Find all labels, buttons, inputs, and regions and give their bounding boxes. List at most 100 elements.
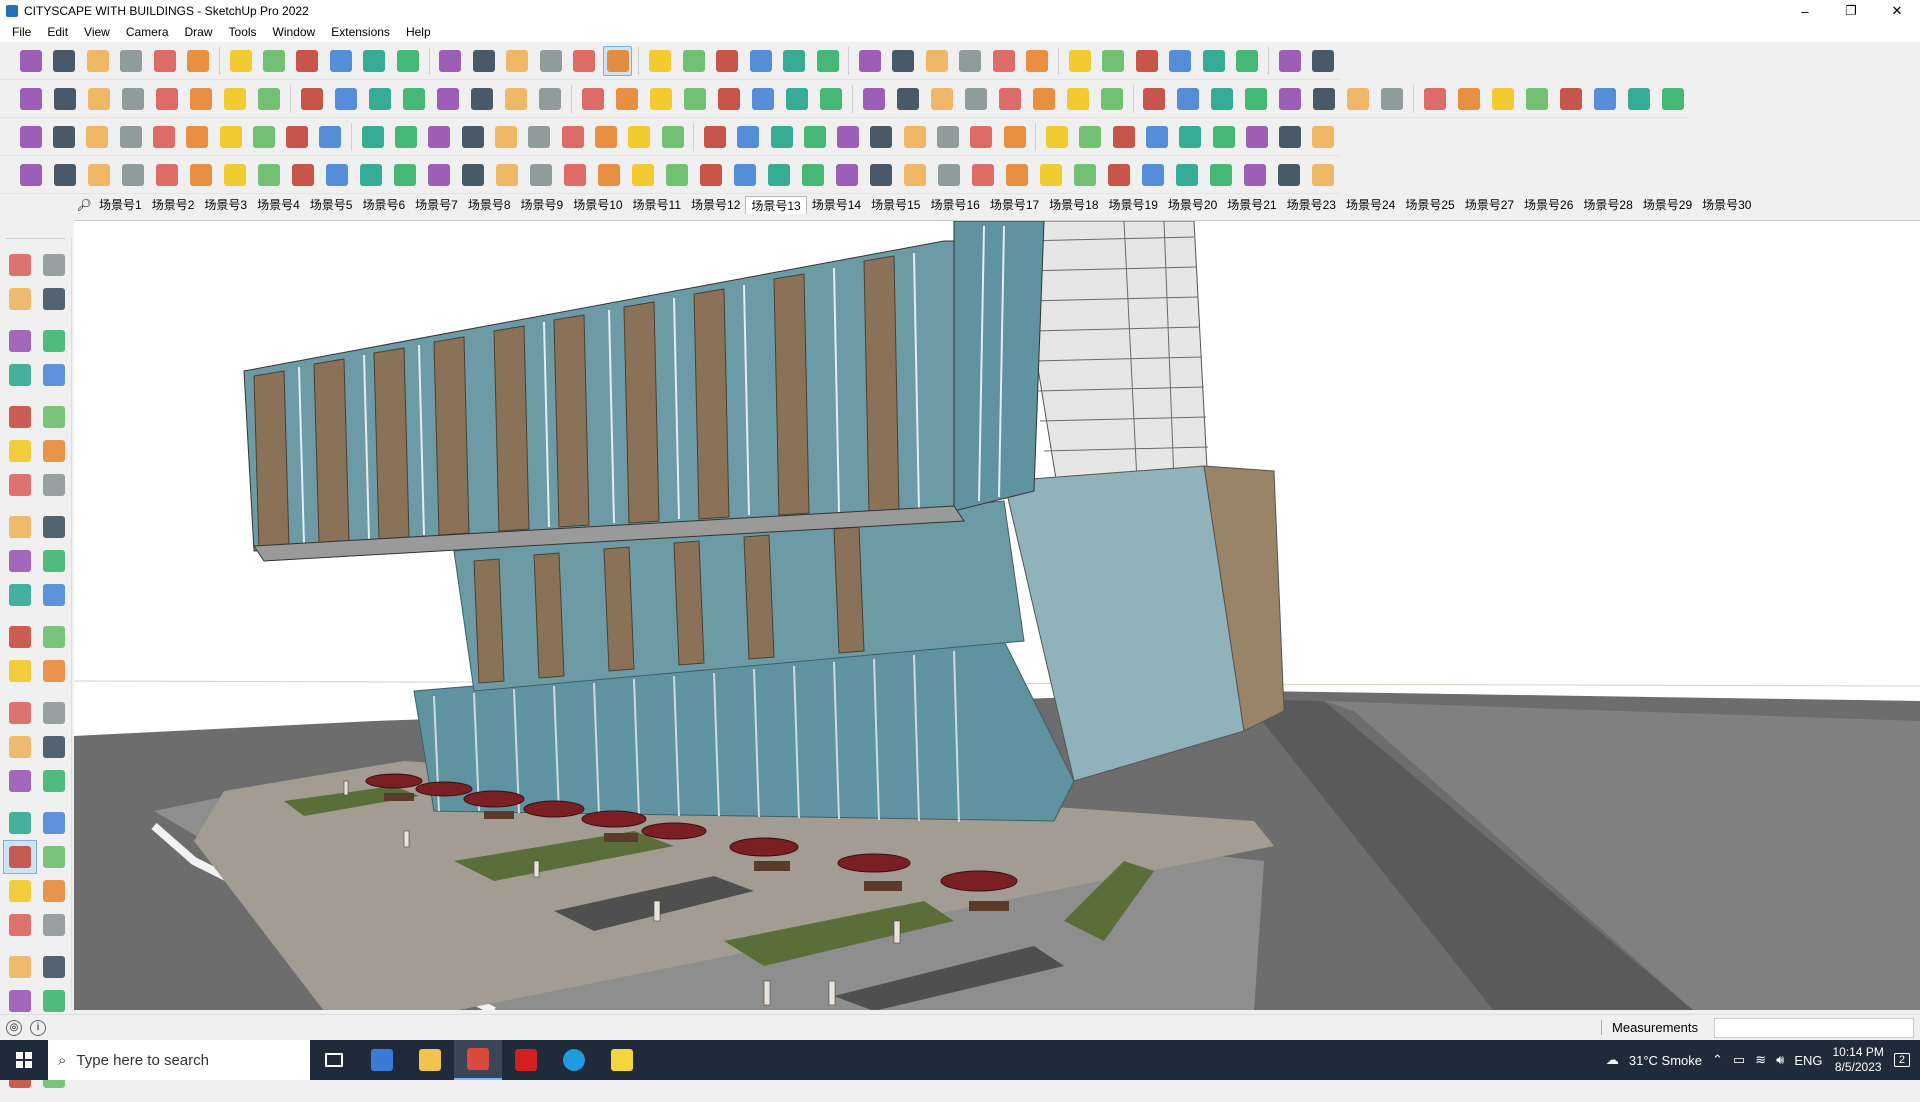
- file-explorer-app[interactable]: [406, 1040, 454, 1080]
- row3-tool-button-13[interactable]: [425, 122, 454, 152]
- weather-text[interactable]: 31°C Smoke: [1629, 1053, 1702, 1068]
- row1-tool-button-27[interactable]: [922, 46, 951, 76]
- row2-tool-button-28[interactable]: [961, 84, 991, 114]
- scene-tab[interactable]: 场景号14: [807, 196, 866, 214]
- row2-tool-button-45[interactable]: [1556, 84, 1586, 114]
- row1-tool-button-37[interactable]: [1275, 46, 1304, 76]
- scene-tab[interactable]: 场景号3: [199, 196, 252, 214]
- row2-tool-button-17[interactable]: [578, 84, 608, 114]
- sketchup-app[interactable]: [454, 1040, 502, 1080]
- row4-tool-button-1[interactable]: [16, 160, 46, 190]
- row4-tool-button-15[interactable]: [492, 160, 522, 190]
- left-tool-button-35[interactable]: [3, 874, 37, 908]
- left-tool-button-19[interactable]: [3, 578, 37, 612]
- left-tool-button-32[interactable]: [37, 806, 71, 840]
- left-tool-button-13[interactable]: [3, 468, 37, 502]
- row3-tool-button-33[interactable]: [1109, 122, 1138, 152]
- row1-tool-button-36[interactable]: [1232, 46, 1261, 76]
- row4-tool-button-3[interactable]: [84, 160, 114, 190]
- row2-tool-button-43[interactable]: [1488, 84, 1518, 114]
- sticky-notes-app[interactable]: [598, 1040, 646, 1080]
- left-tool-button-34[interactable]: [37, 840, 71, 874]
- left-tool-button-25[interactable]: [3, 696, 37, 730]
- row4-tool-button-17[interactable]: [560, 160, 590, 190]
- row2-tool-button-42[interactable]: [1454, 84, 1484, 114]
- scene-tab[interactable]: 场景号21: [1222, 196, 1281, 214]
- scene-tab[interactable]: 场景号28: [1578, 196, 1637, 214]
- row3-tool-button-34[interactable]: [1142, 122, 1171, 152]
- row1-tool-button-11[interactable]: [360, 46, 389, 76]
- calculator-app[interactable]: [358, 1040, 406, 1080]
- scene-tab[interactable]: 场景号1: [94, 196, 147, 214]
- row3-tool-button-22[interactable]: [734, 122, 763, 152]
- row4-tool-button-9[interactable]: [288, 160, 318, 190]
- row1-tool-button-8[interactable]: [259, 46, 288, 76]
- row2-tool-button-4[interactable]: [118, 84, 148, 114]
- row3-tool-button-26[interactable]: [867, 122, 896, 152]
- left-tool-button-29[interactable]: [3, 764, 37, 798]
- row1-tool-button-17[interactable]: [569, 46, 598, 76]
- menu-file[interactable]: File: [4, 25, 39, 39]
- left-tool-button-17[interactable]: [3, 544, 37, 578]
- row2-tool-button-11[interactable]: [365, 84, 395, 114]
- scene-tab[interactable]: 场景号27: [1460, 196, 1519, 214]
- menu-view[interactable]: View: [76, 25, 118, 39]
- row1-tool-button-24[interactable]: [813, 46, 842, 76]
- left-tool-button-1[interactable]: [3, 248, 37, 282]
- row3-tool-button-12[interactable]: [391, 122, 420, 152]
- scene-tab[interactable]: 场景号2: [147, 196, 200, 214]
- row3-tool-button-31[interactable]: [1042, 122, 1071, 152]
- row1-tool-button-16[interactable]: [536, 46, 565, 76]
- row2-tool-button-2[interactable]: [50, 84, 80, 114]
- left-tool-button-27[interactable]: [3, 730, 37, 764]
- scene-tab[interactable]: 场景号12: [686, 196, 745, 214]
- row1-tool-button-13[interactable]: [436, 46, 465, 76]
- task-view-button[interactable]: [310, 1040, 358, 1080]
- left-tool-button-15[interactable]: [3, 510, 37, 544]
- row4-tool-button-29[interactable]: [968, 160, 998, 190]
- row2-tool-button-24[interactable]: [816, 84, 846, 114]
- row3-tool-button-8[interactable]: [249, 122, 278, 152]
- scene-tab[interactable]: 场景号11: [628, 196, 686, 214]
- row2-tool-button-31[interactable]: [1063, 84, 1093, 114]
- row1-tool-button-23[interactable]: [779, 46, 808, 76]
- clock[interactable]: 10:14 PM 8/5/2023: [1833, 1045, 1884, 1075]
- row1-tool-button-25[interactable]: [855, 46, 884, 76]
- row4-tool-button-7[interactable]: [220, 160, 250, 190]
- row4-tool-button-36[interactable]: [1206, 160, 1236, 190]
- row1-tool-button-2[interactable]: [49, 46, 78, 76]
- row4-tool-button-16[interactable]: [526, 160, 556, 190]
- scene-tab[interactable]: 场景号5: [305, 196, 358, 214]
- model-viewport[interactable]: [74, 220, 1920, 1010]
- row2-tool-button-39[interactable]: [1343, 84, 1373, 114]
- row3-tool-button-38[interactable]: [1276, 122, 1305, 152]
- row2-tool-button-9[interactable]: [297, 84, 327, 114]
- left-tool-button-3[interactable]: [3, 282, 37, 316]
- row4-tool-button-4[interactable]: [118, 160, 148, 190]
- device-icon[interactable]: ▭: [1733, 1052, 1745, 1068]
- row1-tool-button-28[interactable]: [956, 46, 985, 76]
- row2-tool-button-3[interactable]: [84, 84, 114, 114]
- chevron-up-icon[interactable]: ⌃: [1712, 1052, 1723, 1068]
- row2-tool-button-44[interactable]: [1522, 84, 1552, 114]
- row3-tool-button-15[interactable]: [491, 122, 520, 152]
- row1-tool-button-22[interactable]: [746, 46, 775, 76]
- row1-tool-button-38[interactable]: [1308, 46, 1337, 76]
- row2-tool-button-32[interactable]: [1097, 84, 1127, 114]
- left-tool-button-38[interactable]: [37, 908, 71, 942]
- row2-tool-button-26[interactable]: [893, 84, 923, 114]
- row3-tool-button-21[interactable]: [700, 122, 729, 152]
- row4-tool-button-18[interactable]: [594, 160, 624, 190]
- left-tool-button-36[interactable]: [37, 874, 71, 908]
- left-tool-button-6[interactable]: [37, 324, 71, 358]
- menu-extensions[interactable]: Extensions: [323, 25, 398, 39]
- row4-tool-button-11[interactable]: [356, 160, 386, 190]
- geo-location-icon[interactable]: ◎: [6, 1019, 22, 1036]
- row3-tool-button-16[interactable]: [525, 122, 554, 152]
- row4-tool-button-12[interactable]: [390, 160, 420, 190]
- menu-edit[interactable]: Edit: [39, 25, 76, 39]
- row2-tool-button-19[interactable]: [646, 84, 676, 114]
- row4-tool-button-38[interactable]: [1274, 160, 1304, 190]
- row3-tool-button-7[interactable]: [216, 122, 245, 152]
- left-tool-button-42[interactable]: [37, 984, 71, 1018]
